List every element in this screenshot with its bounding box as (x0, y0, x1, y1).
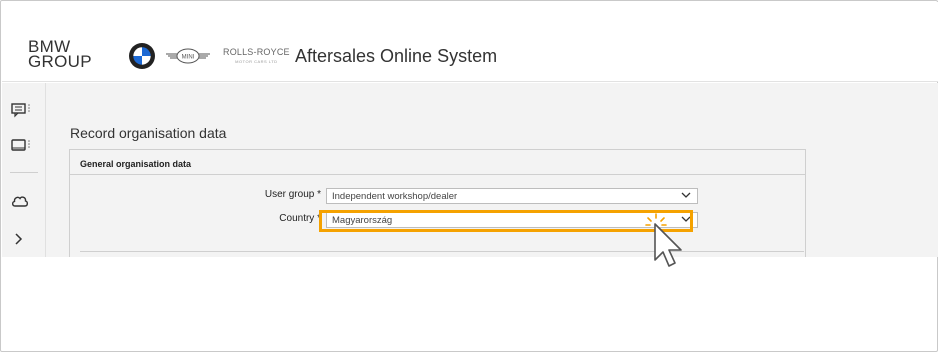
bmw-group-logo: BMW GROUP (28, 38, 92, 71)
monitor-icon (11, 139, 30, 151)
rr-name: ROLLS-ROYCE (223, 47, 290, 57)
sidebar-item-messages[interactable] (11, 99, 37, 121)
sidebar-item-cloud[interactable] (11, 190, 37, 212)
app-title: Aftersales Online System (295, 46, 498, 66)
chevron-down-icon (681, 191, 691, 201)
bmw-roundel-icon (129, 43, 155, 69)
sidebar-expand[interactable] (11, 228, 37, 250)
mini-logo-icon: MINI (166, 48, 210, 64)
user-group-value: Independent workshop/dealer (332, 191, 458, 202)
panel-divider (70, 174, 805, 175)
page-title: Record organisation data (70, 125, 227, 141)
country-highlight-box (319, 210, 693, 232)
rolls-royce-logo: ROLLS-ROYCE MOTOR CARS LTD (223, 47, 290, 67)
rr-sub: MOTOR CARS LTD (235, 59, 278, 64)
sidebar-item-screen[interactable] (11, 135, 37, 157)
user-group-select[interactable]: Independent workshop/dealer (326, 188, 698, 204)
country-label: Country * (279, 213, 321, 224)
mouse-cursor-icon (654, 223, 682, 267)
user-group-label: User group * (264, 189, 321, 200)
app-frame: BMW GROUP MINI ROLLS-ROYCE MOTOR CARS LT… (0, 0, 938, 352)
panel-bottom-divider (80, 251, 804, 252)
cloud-icon (11, 196, 29, 207)
chat-list-icon (11, 103, 30, 118)
sidebar (2, 83, 46, 257)
chevron-right-icon (15, 233, 23, 245)
sidebar-divider (10, 172, 38, 173)
panel-title: General organisation data (80, 159, 192, 169)
svg-text:MINI: MINI (182, 55, 195, 61)
brand-line-2: GROUP (28, 52, 92, 71)
app-header: BMW GROUP MINI ROLLS-ROYCE MOTOR CARS LT… (2, 2, 938, 82)
general-organisation-panel: General organisation data User group * I… (69, 149, 806, 257)
